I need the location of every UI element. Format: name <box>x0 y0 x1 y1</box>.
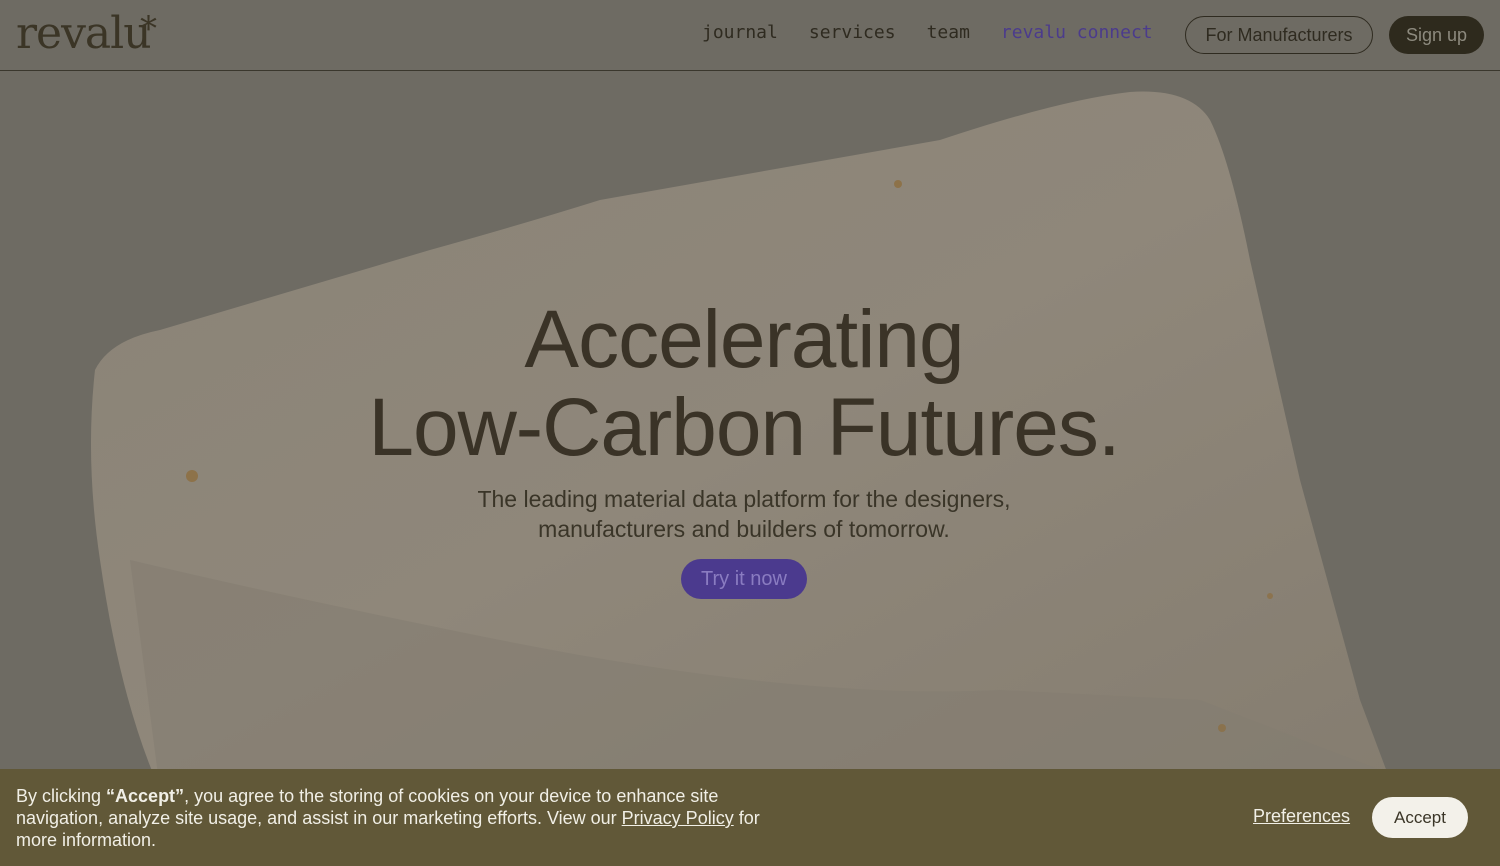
for-manufacturers-button[interactable]: For Manufacturers <box>1185 16 1373 54</box>
nav-revalu-connect[interactable]: revalu connect <box>1001 22 1153 43</box>
cookie-text-accept-quote: “Accept” <box>106 786 185 806</box>
nav-journal[interactable]: journal <box>702 22 778 43</box>
cookie-message: By clicking “Accept”, you agree to the s… <box>16 785 796 851</box>
subtitle-line-2: manufacturers and builders of tomorrow. <box>538 516 950 542</box>
privacy-policy-link[interactable]: Privacy Policy <box>622 808 734 828</box>
headline-line-1: Accelerating <box>524 294 964 385</box>
main-nav: journal services team revalu connect <box>702 22 1153 43</box>
sign-up-button[interactable]: Sign up <box>1389 16 1484 54</box>
revalu-logo[interactable]: revalu <box>16 8 152 59</box>
try-it-now-button[interactable]: Try it now <box>681 559 807 599</box>
accept-button[interactable]: Accept <box>1372 797 1468 838</box>
headline-line-2: Low-Carbon Futures. <box>368 382 1120 473</box>
preferences-link[interactable]: Preferences <box>1253 806 1350 827</box>
subtitle-line-1: The leading material data platform for t… <box>477 486 1011 512</box>
hero-subtitle: The leading material data platform for t… <box>0 484 1488 544</box>
logo-star-icon: * <box>140 9 157 49</box>
nav-team[interactable]: team <box>927 22 970 43</box>
site-header: revalu * journal services team revalu co… <box>0 0 1500 71</box>
nav-services[interactable]: services <box>809 22 896 43</box>
hero-headline: Accelerating Low-Carbon Futures. <box>0 296 1488 472</box>
cookie-text-start: By clicking <box>16 786 107 806</box>
